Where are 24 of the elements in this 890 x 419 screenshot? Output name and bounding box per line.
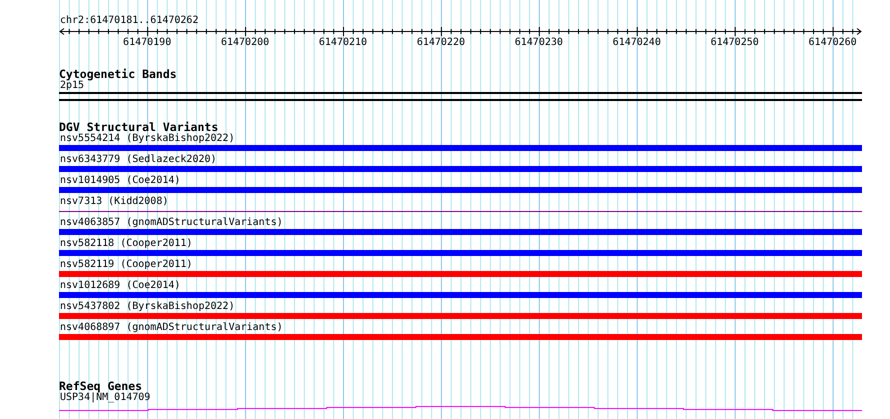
tick-label: 61470190 bbox=[123, 37, 172, 48]
variant-label: nsv7313 (Kidd2008) bbox=[59, 196, 168, 208]
tick-label: 61470220 bbox=[416, 37, 465, 48]
variant-label: nsv582118 (Cooper2011) bbox=[59, 238, 192, 250]
variant-label: nsv1012689 (Coe2014) bbox=[59, 280, 180, 292]
track-title: Cytogenetic Bands bbox=[59, 68, 177, 80]
tick-label: 61470200 bbox=[220, 37, 270, 48]
variant-label: nsv582119 (Cooper2011) bbox=[59, 259, 192, 271]
track-title: RefSeq Genes bbox=[59, 380, 142, 392]
track-title: DGV Structural Variants bbox=[59, 121, 218, 133]
variant-label: nsv6343779 (Sedlazeck2020) bbox=[59, 154, 217, 166]
tick-label: 61470210 bbox=[318, 37, 368, 48]
variant-label: nsv1014905 (Coe2014) bbox=[59, 175, 180, 187]
tick-label: 61470230 bbox=[514, 37, 563, 48]
tick-label: 61470250 bbox=[710, 37, 759, 48]
variant-label: nsv5437802 (ByrskaBishop2022) bbox=[59, 301, 235, 313]
tick-label: 61470260 bbox=[808, 37, 857, 48]
band-label: 2p15 bbox=[60, 80, 84, 92]
tick-label: 61470240 bbox=[612, 37, 661, 48]
variant-label: nsv4068897 (gnomADStructuralVariants) bbox=[59, 322, 283, 334]
gene-label: USP34|NM_014709 bbox=[60, 392, 150, 404]
location-label: chr2:61470181..61470262 bbox=[59, 15, 198, 27]
variant-label: nsv5554214 (ByrskaBishop2022) bbox=[59, 133, 235, 145]
variant-label: nsv4063857 (gnomADStructuralVariants) bbox=[59, 217, 283, 229]
